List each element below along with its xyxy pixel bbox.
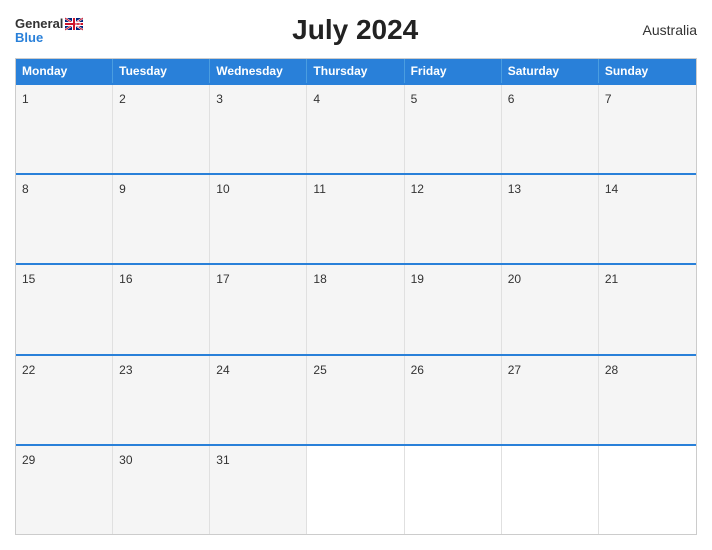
week-row-3: 15 16 17 18 19 20 21: [16, 263, 696, 353]
day-cell: 18: [307, 265, 404, 353]
calendar-container: General: [0, 0, 712, 550]
header-tuesday: Tuesday: [113, 59, 210, 83]
logo-blue-text: Blue: [15, 31, 43, 44]
logo-flag-icon: [65, 17, 83, 31]
calendar-grid: Monday Tuesday Wednesday Thursday Friday…: [15, 58, 697, 535]
day-cell: 1: [16, 85, 113, 173]
header-monday: Monday: [16, 59, 113, 83]
day-cell: 29: [16, 446, 113, 534]
logo-general-text: General: [15, 17, 63, 30]
header-thursday: Thursday: [307, 59, 404, 83]
day-cell: 16: [113, 265, 210, 353]
day-cell: 24: [210, 356, 307, 444]
day-cell: 2: [113, 85, 210, 173]
calendar-header: General: [15, 10, 697, 50]
day-cell: 20: [502, 265, 599, 353]
country-label: Australia: [627, 22, 697, 38]
calendar-title: July 2024: [83, 14, 627, 46]
day-cell: 4: [307, 85, 404, 173]
day-cell: 26: [405, 356, 502, 444]
day-cell: 28: [599, 356, 696, 444]
week-row-2: 8 9 10 11 12 13 14: [16, 173, 696, 263]
logo: General: [15, 17, 83, 44]
week-row-1: 1 2 3 4 5 6 7: [16, 83, 696, 173]
day-cell: 10: [210, 175, 307, 263]
header-saturday: Saturday: [502, 59, 599, 83]
day-cell: 6: [502, 85, 599, 173]
day-cell-empty: [599, 446, 696, 534]
header-wednesday: Wednesday: [210, 59, 307, 83]
week-row-4: 22 23 24 25 26 27 28: [16, 354, 696, 444]
day-cell-empty: [307, 446, 404, 534]
day-cell: 17: [210, 265, 307, 353]
day-cell: 21: [599, 265, 696, 353]
header-friday: Friday: [405, 59, 502, 83]
day-cell: 12: [405, 175, 502, 263]
day-cell: 15: [16, 265, 113, 353]
day-cell: 19: [405, 265, 502, 353]
day-cell-empty: [502, 446, 599, 534]
day-cell: 11: [307, 175, 404, 263]
day-cell: 23: [113, 356, 210, 444]
day-cell: 3: [210, 85, 307, 173]
day-cell: 30: [113, 446, 210, 534]
day-cell: 7: [599, 85, 696, 173]
header-sunday: Sunday: [599, 59, 696, 83]
day-cell: 14: [599, 175, 696, 263]
day-cell: 22: [16, 356, 113, 444]
day-cell: 8: [16, 175, 113, 263]
day-cell: 5: [405, 85, 502, 173]
day-cell: 25: [307, 356, 404, 444]
day-headers-row: Monday Tuesday Wednesday Thursday Friday…: [16, 59, 696, 83]
day-cell: 13: [502, 175, 599, 263]
day-cell-empty: [405, 446, 502, 534]
day-cell: 9: [113, 175, 210, 263]
day-cell: 27: [502, 356, 599, 444]
week-row-5: 29 30 31: [16, 444, 696, 534]
weeks-container: 1 2 3 4 5 6 7 8 9 10 11 12 13 14 15: [16, 83, 696, 534]
day-cell: 31: [210, 446, 307, 534]
